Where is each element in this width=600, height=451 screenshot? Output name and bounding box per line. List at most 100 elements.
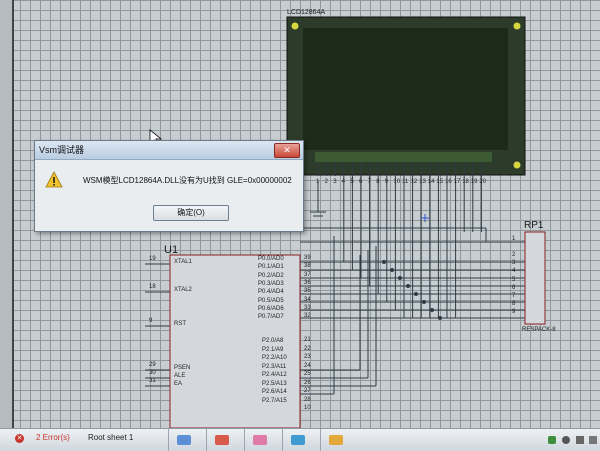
- u1-pin-label: P2.1/A9: [262, 346, 284, 353]
- taskbar-app-icon[interactable]: [320, 429, 351, 451]
- taskbar-app-icon[interactable]: [282, 429, 313, 451]
- u1-pin-number: 26: [304, 379, 311, 386]
- taskbar-app-icon[interactable]: [168, 429, 199, 451]
- u1-pin-number: 31: [149, 378, 156, 384]
- u1-pin-label: XTAL1: [174, 259, 192, 265]
- u1-pin-number: 32: [304, 313, 311, 320]
- rp1-pin-number: 4: [512, 268, 516, 275]
- rp1-pin-number: 3: [512, 260, 516, 267]
- u1-pin-number: 35: [304, 288, 311, 295]
- tray-volume-icon[interactable]: [576, 436, 584, 444]
- lcd-pin-number: 9: [384, 179, 389, 185]
- u1-pin-label: P0.5/AD5: [258, 297, 284, 304]
- lcd-pin-number: 6: [359, 179, 363, 185]
- lcd-pin-number: 15: [436, 179, 444, 185]
- u1-pin-label: P2.6/A14: [262, 389, 287, 395]
- error-icon[interactable]: ✕: [15, 434, 24, 443]
- u1-pin-label: P2.2/A10: [262, 355, 287, 361]
- status-bar: ✕ 2 Error(s) Root sheet 1: [0, 428, 600, 451]
- rp1-pin-number: 6: [512, 284, 516, 291]
- lcd-pin-number: 5: [350, 179, 354, 185]
- lcd-pin-number: 20: [479, 179, 487, 185]
- rp1-pin-number: 9: [512, 309, 516, 316]
- tray-keyboard-icon[interactable]: [562, 436, 570, 444]
- u1-pin-label: P0.4/AD4: [258, 289, 284, 296]
- u1-pin-number: 33: [304, 304, 311, 311]
- u1-pin-number: 18: [149, 284, 156, 290]
- u1-pin-label: P2.4/A12: [262, 372, 287, 378]
- u1-pin-label: P0.1/AD1: [258, 264, 284, 271]
- dialog-ok-button[interactable]: 确定(O): [153, 205, 229, 221]
- u1-pin-number: 30: [149, 370, 156, 376]
- rp1-pin-number: 5: [512, 276, 516, 283]
- u1-pin-label: RST: [174, 321, 186, 327]
- u1-pin-label: P2.5/A13: [262, 380, 287, 387]
- warning-icon: [45, 171, 63, 188]
- lcd-pin-number: 14: [427, 179, 435, 185]
- taskbar-app-icon[interactable]: [206, 429, 237, 451]
- u1-pin-label: P0.2/AD2: [258, 272, 284, 279]
- dialog-close-button[interactable]: ✕: [274, 143, 300, 158]
- lcd-pin-number: 8: [376, 179, 380, 185]
- u1-pin-number: 39: [304, 255, 311, 261]
- lcd-screen: [303, 28, 508, 150]
- rp1-pin-number: 1: [512, 236, 516, 242]
- lcd-pin-number: 7: [367, 179, 371, 185]
- cursor-marker: [421, 214, 429, 222]
- tray-network-icon[interactable]: [548, 436, 556, 444]
- u1-pin-label: PSEN: [174, 365, 191, 371]
- u1-pin-number: 34: [304, 296, 311, 303]
- u1-pin-number: 25: [304, 371, 311, 377]
- lcd-mount-hole: [291, 22, 299, 30]
- lcd-pin-number: 18: [462, 179, 469, 185]
- u1-pin-number: 29: [149, 362, 156, 368]
- lcd-mount-hole: [513, 22, 521, 30]
- u1-pin-label: P0.3/AD3: [258, 280, 284, 287]
- u1-pin-number: 23: [304, 354, 311, 360]
- u1-pin-label: P2.0/A8: [262, 338, 284, 344]
- taskbar-app-icon[interactable]: [244, 429, 275, 451]
- u1-pin-number: 24: [304, 362, 311, 369]
- lcd-pin-number: 2: [324, 179, 328, 185]
- tray-clock-icon[interactable]: [589, 436, 597, 444]
- lcd-pin-number: 17: [453, 179, 461, 185]
- lcd-pin-number: 19: [470, 179, 478, 185]
- lcd-pin-number: 1: [316, 179, 320, 185]
- lcd-pin-number: 16: [445, 179, 452, 185]
- rp1-pin-number: 2: [512, 252, 516, 258]
- rp1-body: [524, 231, 546, 325]
- u1-pin-number: 27: [304, 388, 311, 394]
- u1-pin-number: 38: [304, 263, 311, 270]
- u1-pin-label: ALE: [174, 373, 186, 379]
- u1-pin-number: 28: [304, 396, 311, 403]
- u1-label: U1: [164, 244, 179, 256]
- lcd-pin-number: 11: [402, 179, 409, 185]
- lcd-pin-number: 4: [341, 179, 346, 185]
- rp1-type: RESPACK-8: [522, 327, 556, 333]
- u1-pin-label: EA: [174, 381, 183, 387]
- vsm-debugger-dialog[interactable]: Vsm调试器 ✕ WSM模型LCD12864A.DLL没有为U找到 GLE=0x…: [34, 140, 304, 232]
- u1-pin-number: 19: [149, 256, 156, 262]
- lcd-name: LCD12864A: [287, 9, 326, 16]
- lcd-pin-number: 3: [333, 179, 337, 185]
- lcd-pin-number: 10: [393, 179, 401, 185]
- rp1-pin-number: 7: [512, 293, 516, 299]
- u1-pin-number: 22: [304, 345, 311, 352]
- u1-pin-label: P2.7/A15: [262, 397, 287, 404]
- u1-pin-label: P0.0/AD0: [258, 256, 284, 262]
- u1-pin-number: 37: [304, 271, 311, 278]
- u1-pin-number: 36: [304, 279, 311, 286]
- rp1-label: RP1: [524, 220, 544, 231]
- u1-pin-number: 21: [304, 337, 311, 343]
- u1-pin-number: 10: [304, 405, 311, 411]
- dialog-title: Vsm调试器: [35, 141, 303, 160]
- u1-pin-label: P2.3/A11: [262, 363, 287, 370]
- u1-pin-number: 9: [149, 318, 153, 324]
- u1-pin-label: XTAL2: [174, 287, 192, 293]
- root-sheet-label: Root sheet 1: [88, 433, 134, 442]
- lcd-pin-number: 12: [410, 179, 418, 185]
- error-count[interactable]: 2 Error(s): [36, 433, 70, 442]
- dialog-message: WSM模型LCD12864A.DLL没有为U找到 GLE=0x00000002: [83, 176, 292, 185]
- lcd-pin-number: 13: [419, 179, 426, 185]
- u1-pin-label: P0.7/AD7: [258, 314, 284, 321]
